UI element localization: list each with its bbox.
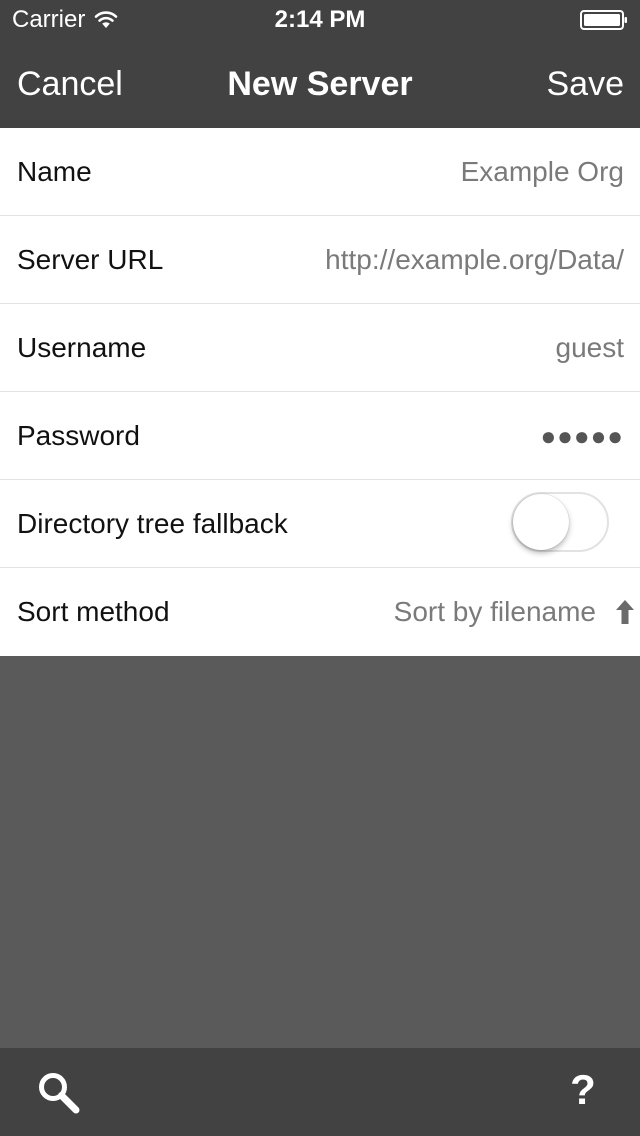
sort-method-value: Sort by filename xyxy=(393,596,596,627)
username-label: Username xyxy=(17,332,147,363)
password-field[interactable]: ●●●●● xyxy=(540,392,624,480)
password-label: Password xyxy=(17,420,140,451)
navigation-bar: Cancel New Server Save xyxy=(0,40,640,128)
username-row[interactable]: Username xyxy=(0,304,640,392)
battery-icon xyxy=(580,10,627,30)
bottom-toolbar: ? xyxy=(0,1048,640,1136)
new-server-screen: Carrier 2:14 PM Cancel New Server Save N… xyxy=(0,0,640,1136)
header: Carrier 2:14 PM Cancel New Server Save xyxy=(0,0,640,128)
status-time: 2:14 PM xyxy=(274,6,366,33)
search-icon[interactable] xyxy=(36,1070,82,1116)
server-url-field[interactable] xyxy=(244,216,624,304)
directory-tree-fallback-label: Directory tree fallback xyxy=(17,508,288,539)
save-button[interactable]: Save xyxy=(547,64,625,104)
name-row[interactable]: Name xyxy=(0,128,640,216)
directory-tree-fallback-toggle[interactable] xyxy=(511,492,609,552)
server-form: Name Server URL Username Password ●●●●● … xyxy=(0,128,640,656)
server-url-row[interactable]: Server URL xyxy=(0,216,640,304)
directory-tree-fallback-row: Directory tree fallback xyxy=(0,480,640,568)
password-row[interactable]: Password ●●●●● xyxy=(0,392,640,480)
toggle-knob xyxy=(513,494,569,550)
page-title: New Server xyxy=(227,65,413,103)
name-label: Name xyxy=(17,156,92,187)
username-field[interactable] xyxy=(244,304,624,392)
help-icon[interactable]: ? xyxy=(568,1066,598,1114)
name-field[interactable] xyxy=(244,128,624,216)
arrow-up-icon xyxy=(616,600,634,624)
status-bar: Carrier 2:14 PM xyxy=(0,0,640,40)
sort-method-label: Sort method xyxy=(17,596,170,627)
server-url-label: Server URL xyxy=(17,244,164,275)
sort-method-row[interactable]: Sort method Sort by filename xyxy=(0,568,640,656)
